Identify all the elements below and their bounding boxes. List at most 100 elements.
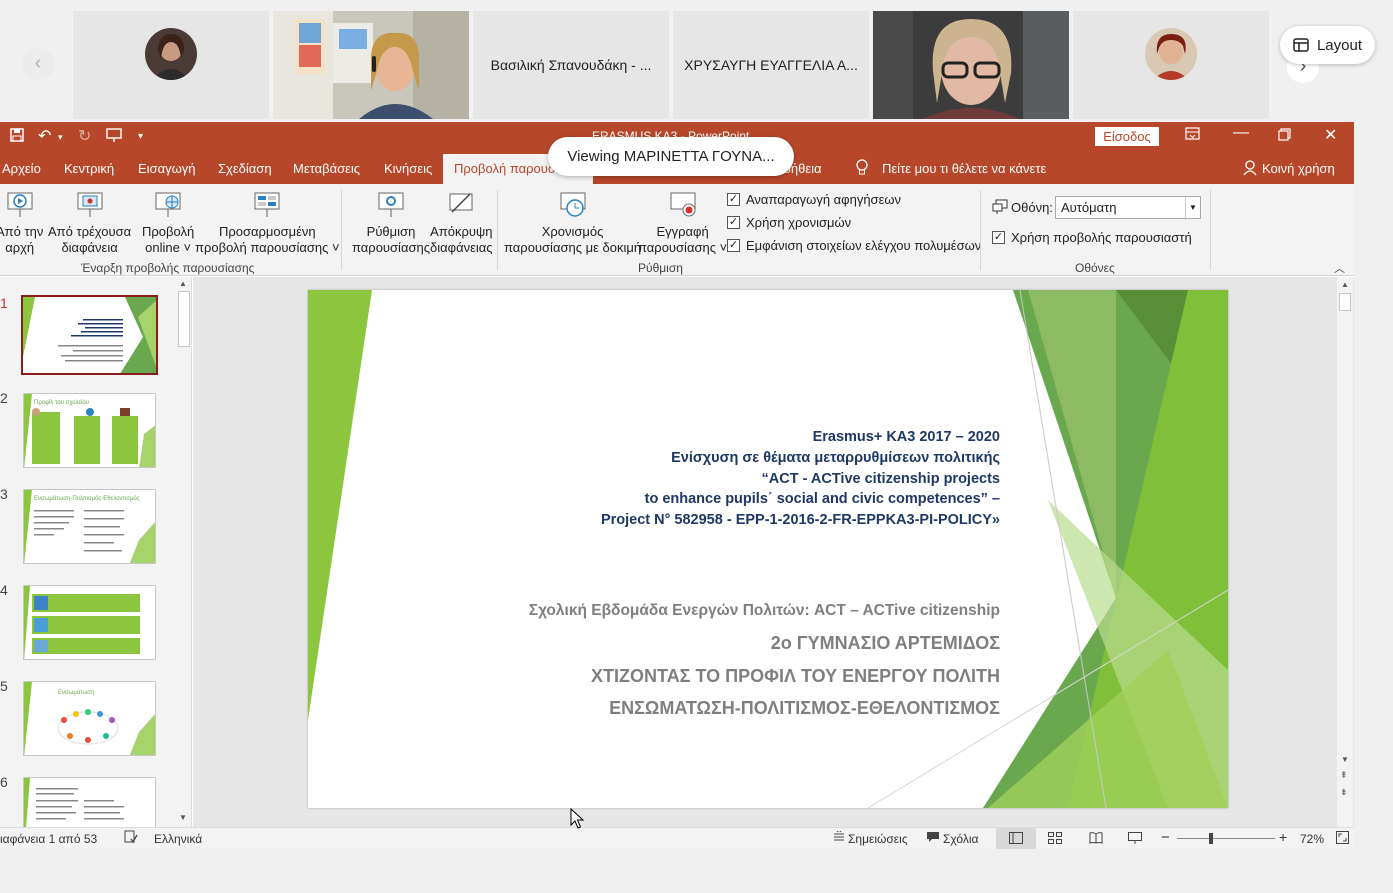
set-up-slide-show-button[interactable]: Ρύθμιση παρουσίασης xyxy=(352,190,430,256)
hide-slide-button[interactable]: Απόκρυψη διαφάνειας xyxy=(430,190,493,256)
participant-tile-2[interactable] xyxy=(273,11,469,119)
ribbon-display-options-icon[interactable] xyxy=(1185,127,1200,145)
participant-tile-5[interactable] xyxy=(873,11,1069,119)
tab-transitions[interactable]: Μεταβάσεις xyxy=(293,161,360,176)
zoom-in-icon[interactable]: + xyxy=(1279,829,1287,845)
editor-scrollbar[interactable]: ▲ ▼ ⇞ ⇟ xyxy=(1337,277,1353,827)
sign-in-button[interactable]: Είσοδος xyxy=(1095,127,1159,146)
tab-insert[interactable]: Εισαγωγή xyxy=(138,161,195,176)
slide-editor-pane: Erasmus+ KA3 2017 – 2020 Ενίσχυση σε θέμ… xyxy=(193,277,1354,827)
slide-thumbnail-1[interactable] xyxy=(21,295,158,375)
tab-file[interactable]: Αρχείο xyxy=(2,161,41,176)
slide-number: 3 xyxy=(0,486,8,502)
rehearse-timings-button[interactable]: Χρονισμός παρουσίασης με δοκιμή xyxy=(504,190,641,256)
language-indicator[interactable]: Ελληνικά xyxy=(154,832,202,846)
collapse-ribbon-icon[interactable]: ︿ xyxy=(1334,260,1345,276)
layout-button[interactable]: Layout xyxy=(1280,26,1375,64)
reading-view-icon[interactable] xyxy=(1089,832,1103,847)
normal-view-button[interactable] xyxy=(996,828,1036,849)
save-icon[interactable] xyxy=(10,128,24,145)
slide-count: ιαφάνεια 1 από 53 xyxy=(0,832,98,846)
participant-name: Βασιλική Σπανουδάκη - ... xyxy=(490,57,652,73)
checkbox-checked-icon: ✓ xyxy=(727,216,740,229)
comments-button[interactable]: Σχόλια xyxy=(943,832,978,846)
avatar-photo-1 xyxy=(145,28,197,80)
slide-number: 4 xyxy=(0,582,8,598)
zoom-slider-thumb[interactable] xyxy=(1209,833,1213,844)
hide-slide-icon xyxy=(449,193,473,213)
participant-tile-1[interactable] xyxy=(73,11,269,119)
undo-icon[interactable]: ↶ xyxy=(38,126,51,146)
slide-thumbnail-pane: 1 2 Προφίλ του σχολείου 3 Ενσωμάτωση-Πολ… xyxy=(0,277,192,827)
participant-tile-4[interactable]: ΧΡΥΣΑΥΓΗ ΕΥΑΓΓΕΛΙΑ Α... xyxy=(673,11,869,119)
custom-slide-show-button[interactable]: Προσαρμοσμένη προβολή παρουσίασης ˅ xyxy=(195,190,340,256)
spelling-check-icon[interactable] xyxy=(124,830,138,847)
thumbnail-scrollbar[interactable]: ▲ ▼ xyxy=(176,277,191,827)
scroll-thumb[interactable] xyxy=(1339,293,1351,311)
slide-title-line-5: Project N° 582958 - EPP-1-2016-2-FR-EPPK… xyxy=(600,512,1000,528)
slide-thumbnail-2[interactable]: Προφίλ του σχολείου xyxy=(23,393,156,468)
present-online-button[interactable]: Προβολή online ˅ xyxy=(142,190,194,256)
tab-design[interactable]: Σχεδίαση xyxy=(218,161,272,176)
fit-to-window-icon[interactable] xyxy=(1336,831,1349,847)
notes-button[interactable]: Σημειώσεις xyxy=(848,832,908,846)
zoom-level[interactable]: 72% xyxy=(1300,832,1324,846)
scroll-down-icon[interactable]: ▼ xyxy=(179,813,187,822)
slide-thumbnail-3[interactable]: Ενσωμάτωση-Πολιτισμός-Εθελοντισμός xyxy=(23,489,156,564)
powerpoint-window: ↶ ▾ ↻ ▾ ERASMUS KA3 - PowerPoint Είσοδος… xyxy=(0,122,1354,849)
normal-view-icon xyxy=(1009,832,1023,844)
previous-slide-icon[interactable]: ⇞ xyxy=(1340,770,1348,781)
redo-icon[interactable]: ↻ xyxy=(78,126,91,146)
scroll-down-icon[interactable]: ▼ xyxy=(1341,755,1349,764)
play-narrations-checkbox[interactable]: ✓ Αναπαραγωγή αφηγήσεων xyxy=(727,192,901,207)
from-current-slide-button[interactable]: Από τρέχουσα διαφάνεια xyxy=(48,190,131,256)
status-bar: ιαφάνεια 1 από 53 Ελληνικά Σημειώσεις Σχ… xyxy=(0,827,1354,849)
record-slide-show-icon xyxy=(670,192,696,217)
present-online-icon xyxy=(155,192,181,217)
zoom-out-icon[interactable]: − xyxy=(1161,829,1170,846)
from-beginning-button[interactable]: Από την αρχή xyxy=(0,190,43,256)
slide-number: 1 xyxy=(0,295,8,311)
tab-home[interactable]: Κεντρική xyxy=(64,161,114,176)
from-current-slide-icon xyxy=(77,192,103,217)
scroll-up-icon[interactable]: ▲ xyxy=(1341,280,1349,289)
participant-tile-3[interactable]: Βασιλική Σπανουδάκη - ... xyxy=(473,11,669,119)
slide-thumbnail-6[interactable] xyxy=(23,777,156,827)
monitor-select[interactable]: Αυτόματη ▼ xyxy=(1055,196,1201,219)
rehearse-timings-icon xyxy=(560,192,586,217)
slide-thumbnail-5[interactable]: Ενσωμάτωση xyxy=(23,681,156,756)
chevron-down-icon: ▼ xyxy=(1185,197,1200,218)
undo-dropdown-icon[interactable]: ▾ xyxy=(58,132,63,143)
from-beginning-icon xyxy=(7,192,33,217)
previous-page-button[interactable]: ‹ xyxy=(22,48,54,80)
customize-toolbar-icon[interactable]: ▾ xyxy=(138,131,143,142)
slide-sorter-icon[interactable] xyxy=(1048,832,1062,847)
participant-tile-6[interactable] xyxy=(1073,11,1269,119)
scroll-up-icon[interactable]: ▲ xyxy=(179,279,187,288)
use-timings-checkbox[interactable]: ✓ Χρήση χρονισμών xyxy=(727,215,851,230)
presenter-view-checkbox[interactable]: ✓ Χρήση προβολής παρουσιαστή xyxy=(992,230,1192,245)
participant-name: ΧΡΥΣΑΥΓΗ ΕΥΑΓΓΕΛΙΑ Α... xyxy=(684,57,858,73)
tab-animations[interactable]: Κινήσεις xyxy=(384,161,432,176)
record-slide-show-button[interactable]: Εγγραφή παρουσίασης ˅ xyxy=(638,190,727,256)
scroll-thumb[interactable] xyxy=(178,291,190,347)
ribbon-separator xyxy=(1210,190,1211,270)
slide-canvas[interactable]: Erasmus+ KA3 2017 – 2020 Ενίσχυση σε θέμ… xyxy=(308,290,1228,808)
zoom-slider[interactable] xyxy=(1177,833,1275,844)
restore-icon[interactable] xyxy=(1278,128,1291,146)
close-icon[interactable]: ✕ xyxy=(1324,125,1337,145)
show-media-controls-checkbox[interactable]: ✓ Εμφάνιση στοιχείων ελέγχου πολυμέσων xyxy=(727,238,981,253)
setup-group-label: Ρύθμιση xyxy=(638,261,683,275)
mouse-cursor-icon xyxy=(570,808,584,829)
ribbon-separator xyxy=(497,190,498,270)
minimize-icon[interactable]: — xyxy=(1233,124,1249,142)
slide-thumbnail-4[interactable] xyxy=(23,585,156,660)
monitor-label: Οθόνη: xyxy=(1011,200,1053,215)
share-button[interactable]: Κοινή χρήση xyxy=(1262,161,1335,176)
start-from-beginning-icon[interactable] xyxy=(106,127,122,146)
tell-me-search[interactable]: Πείτε μου τι θέλετε να κάνετε xyxy=(882,161,1046,176)
next-slide-icon[interactable]: ⇟ xyxy=(1340,787,1348,798)
thumbnail-image: Ενσωμάτωση-Πολιτισμός-Εθελοντισμός xyxy=(24,490,155,563)
slide-show-icon[interactable] xyxy=(1128,832,1142,847)
thumbnail-image: Ενσωμάτωση xyxy=(24,682,155,755)
